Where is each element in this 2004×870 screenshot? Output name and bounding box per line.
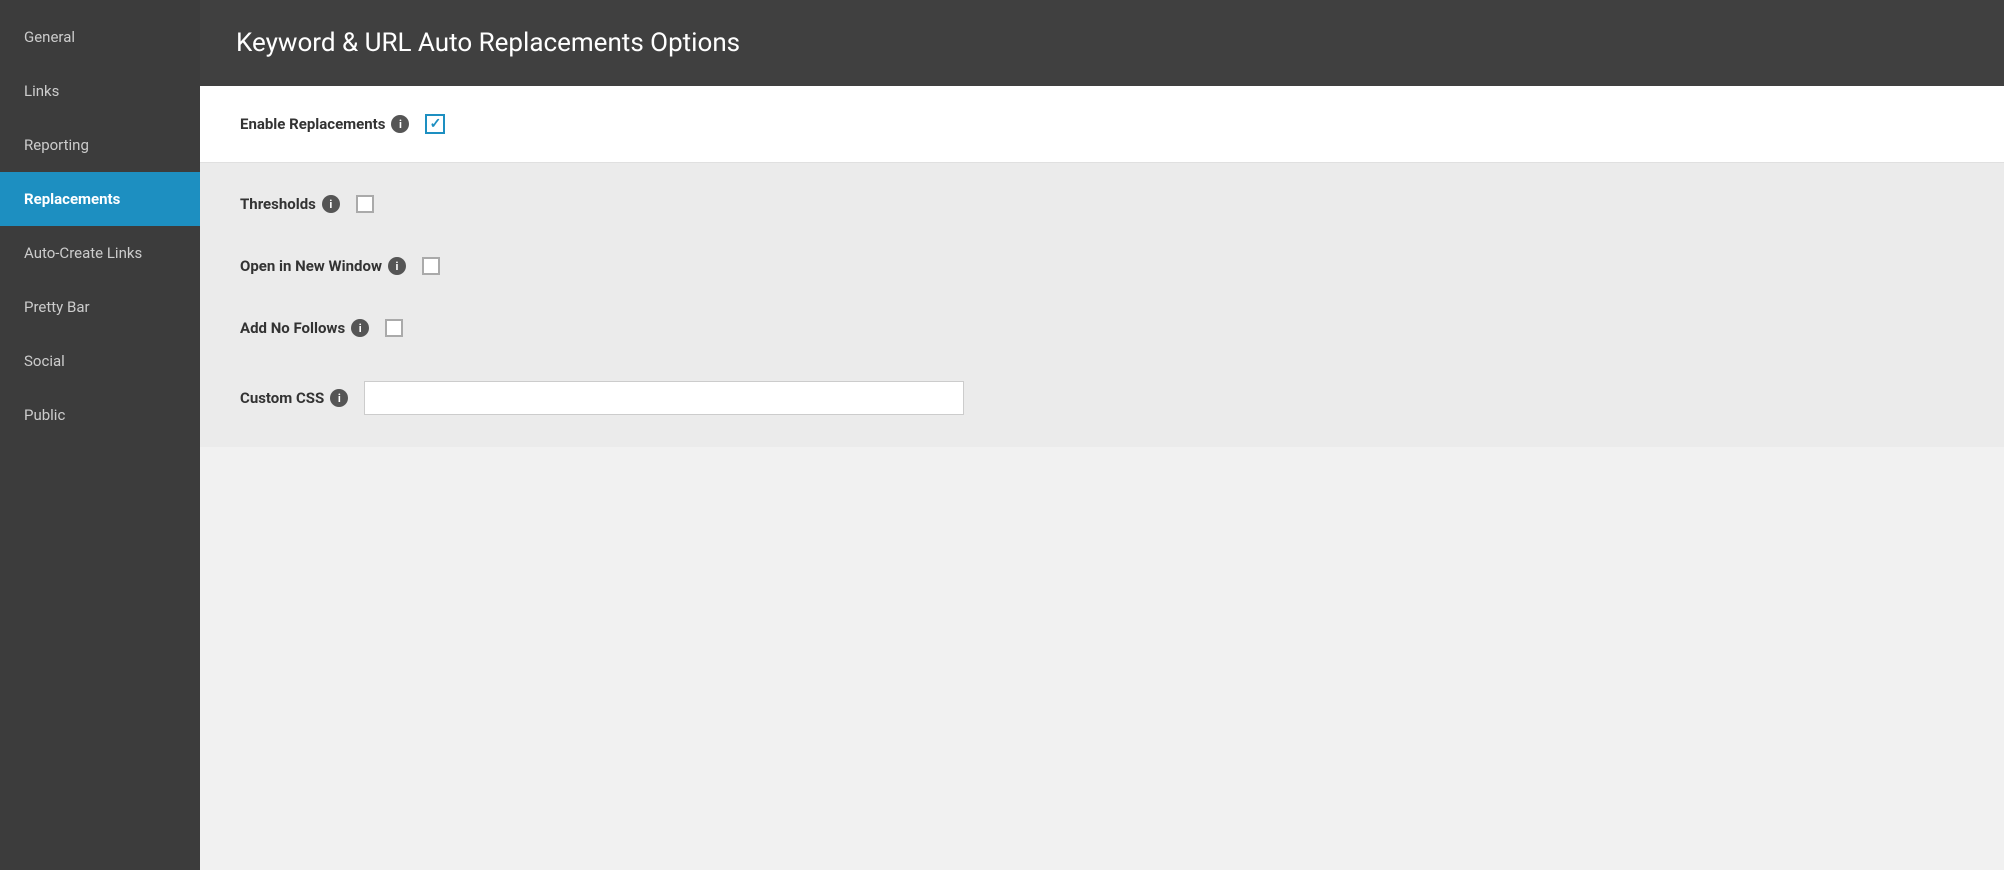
open-new-window-checkbox[interactable] <box>422 257 440 275</box>
content-area: Enable Replacements i Thresholds i Open … <box>200 86 2004 870</box>
page-header: Keyword & URL Auto Replacements Options <box>200 0 2004 86</box>
enable-replacements-row: Enable Replacements i <box>200 86 2004 163</box>
page-title: Keyword & URL Auto Replacements Options <box>236 28 1968 58</box>
custom-css-row: Custom CSS i <box>200 359 2004 437</box>
sidebar-item-links[interactable]: Links <box>0 64 200 118</box>
add-no-follows-checkbox[interactable] <box>385 319 403 337</box>
enable-replacements-info-icon[interactable]: i <box>391 115 409 133</box>
sidebar: General Links Reporting Replacements Aut… <box>0 0 200 870</box>
sidebar-item-pretty-bar[interactable]: Pretty Bar <box>0 280 200 334</box>
sidebar-item-replacements[interactable]: Replacements <box>0 172 200 226</box>
add-no-follows-label: Add No Follows i <box>240 319 369 337</box>
sidebar-item-social[interactable]: Social <box>0 334 200 388</box>
thresholds-info-icon[interactable]: i <box>322 195 340 213</box>
sidebar-item-public[interactable]: Public <box>0 388 200 442</box>
thresholds-label: Thresholds i <box>240 195 340 213</box>
options-section: Thresholds i Open in New Window i Add No… <box>200 163 2004 447</box>
open-new-window-row: Open in New Window i <box>200 235 2004 297</box>
main-content: Keyword & URL Auto Replacements Options … <box>200 0 2004 870</box>
thresholds-row: Thresholds i <box>200 173 2004 235</box>
add-no-follows-info-icon[interactable]: i <box>351 319 369 337</box>
sidebar-item-general[interactable]: General <box>0 10 200 64</box>
thresholds-checkbox[interactable] <box>356 195 374 213</box>
custom-css-label: Custom CSS i <box>240 389 348 407</box>
custom-css-info-icon[interactable]: i <box>330 389 348 407</box>
enable-replacements-label: Enable Replacements i <box>240 115 409 133</box>
sidebar-item-reporting[interactable]: Reporting <box>0 118 200 172</box>
sidebar-item-auto-create-links[interactable]: Auto-Create Links <box>0 226 200 280</box>
open-new-window-label: Open in New Window i <box>240 257 406 275</box>
open-new-window-info-icon[interactable]: i <box>388 257 406 275</box>
enable-replacements-checkbox[interactable] <box>425 114 445 134</box>
custom-css-input[interactable] <box>364 381 964 415</box>
add-no-follows-row: Add No Follows i <box>200 297 2004 359</box>
